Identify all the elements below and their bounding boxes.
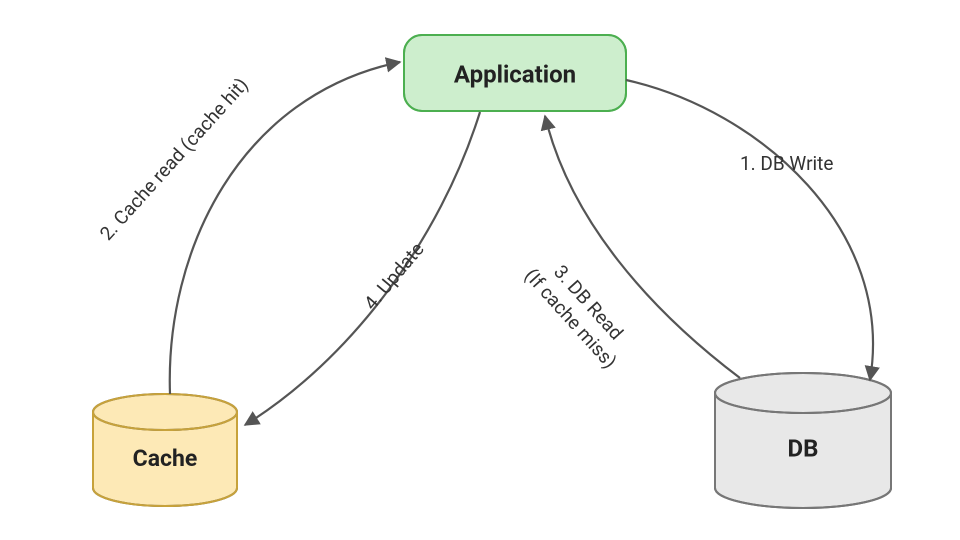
application-label: Application bbox=[454, 60, 576, 88]
cache-node: Cache bbox=[93, 394, 237, 506]
edge-db-write bbox=[626, 80, 873, 380]
application-node: Application bbox=[404, 35, 626, 111]
cache-label: Cache bbox=[133, 445, 198, 472]
edge-db-write-label: 1. DB Write bbox=[740, 152, 833, 175]
db-label: DB bbox=[788, 434, 819, 462]
edge-db-read-label: 3. DB Read (If cache miss) bbox=[520, 248, 639, 373]
cache-aside-diagram: Application Cache DB 1. DB Write 2. Cach… bbox=[0, 0, 960, 540]
edge-update-label: 4. Update bbox=[359, 238, 429, 315]
edge-cache-read-label: 2. Cache read (cache hit) bbox=[95, 73, 253, 245]
db-node: DB bbox=[715, 373, 891, 508]
edge-update bbox=[245, 112, 480, 425]
